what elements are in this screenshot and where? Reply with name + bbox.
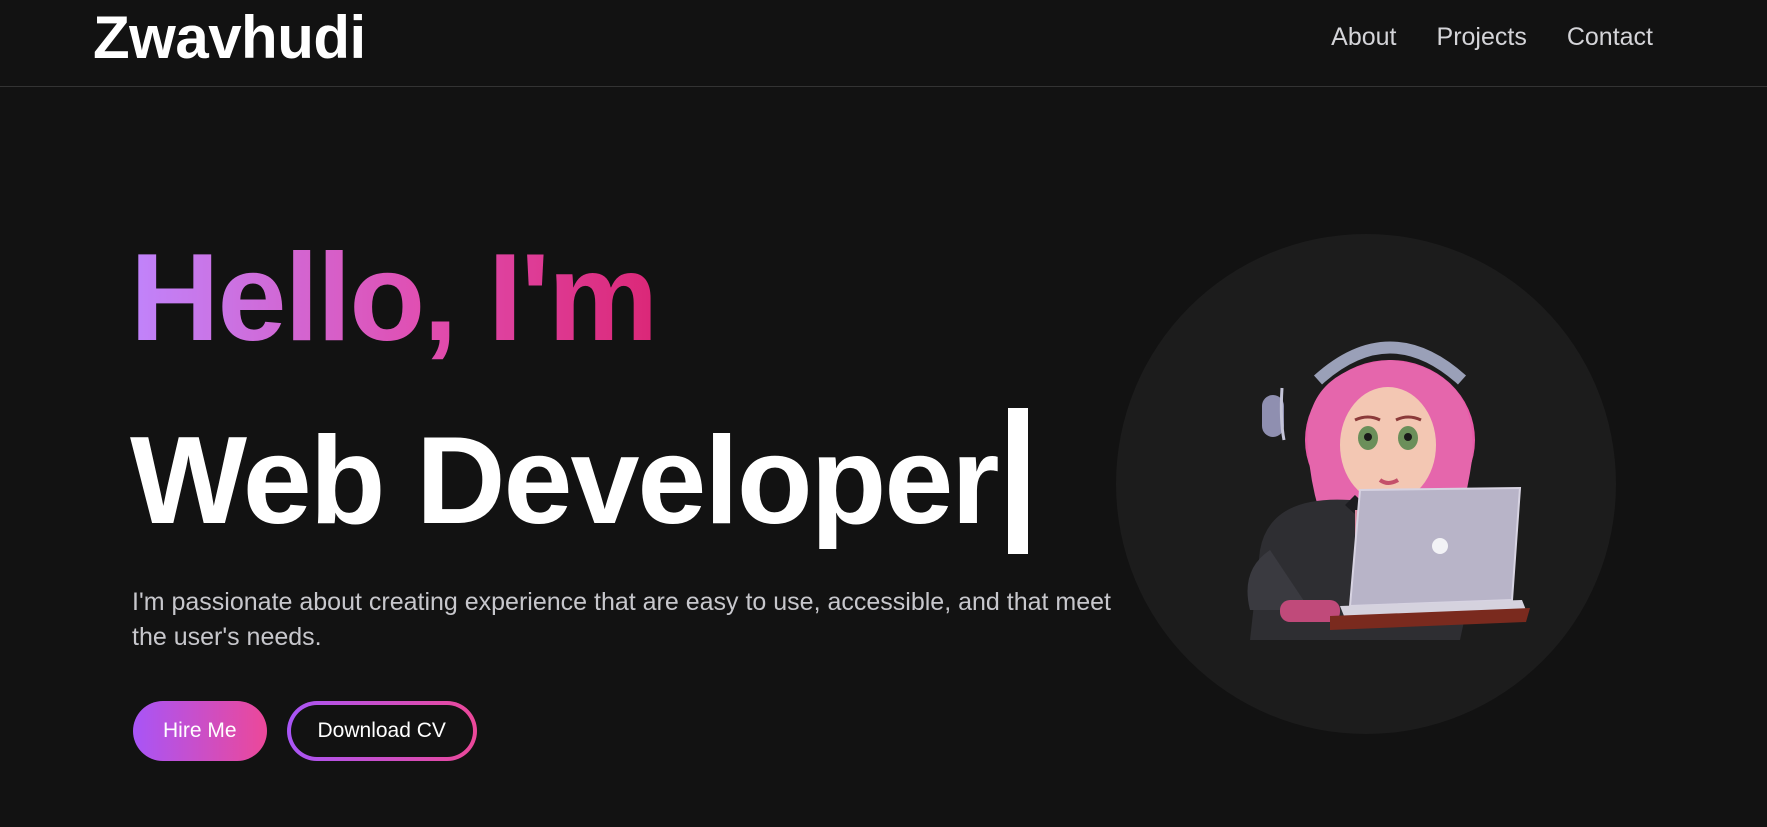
nav-link-contact[interactable]: Contact <box>1567 20 1653 54</box>
nav-links: About Projects Contact <box>1331 20 1653 54</box>
brand-logo[interactable]: Zwavhudi <box>93 4 366 72</box>
download-cv-button[interactable]: Download CV <box>290 705 473 757</box>
navbar: Zwavhudi About Projects Contact <box>0 0 1767 87</box>
hire-me-button[interactable]: Hire Me <box>133 701 267 761</box>
developer-avatar-illustration <box>1247 341 1530 640</box>
download-cv-border: Download CV <box>286 701 477 761</box>
nav-link-projects[interactable]: Projects <box>1437 20 1527 54</box>
hero-greeting: Hello, I'm <box>130 229 658 367</box>
hero-description: I'm passionate about creating experience… <box>132 588 1111 651</box>
hero-role: Web Developer <box>130 408 1028 554</box>
hero-actions: Hire Me Download CV <box>133 701 477 761</box>
typed-role-text: Web Developer <box>130 412 1000 550</box>
nav-link-about[interactable]: About <box>1331 20 1396 54</box>
typing-cursor <box>1007 408 1028 554</box>
